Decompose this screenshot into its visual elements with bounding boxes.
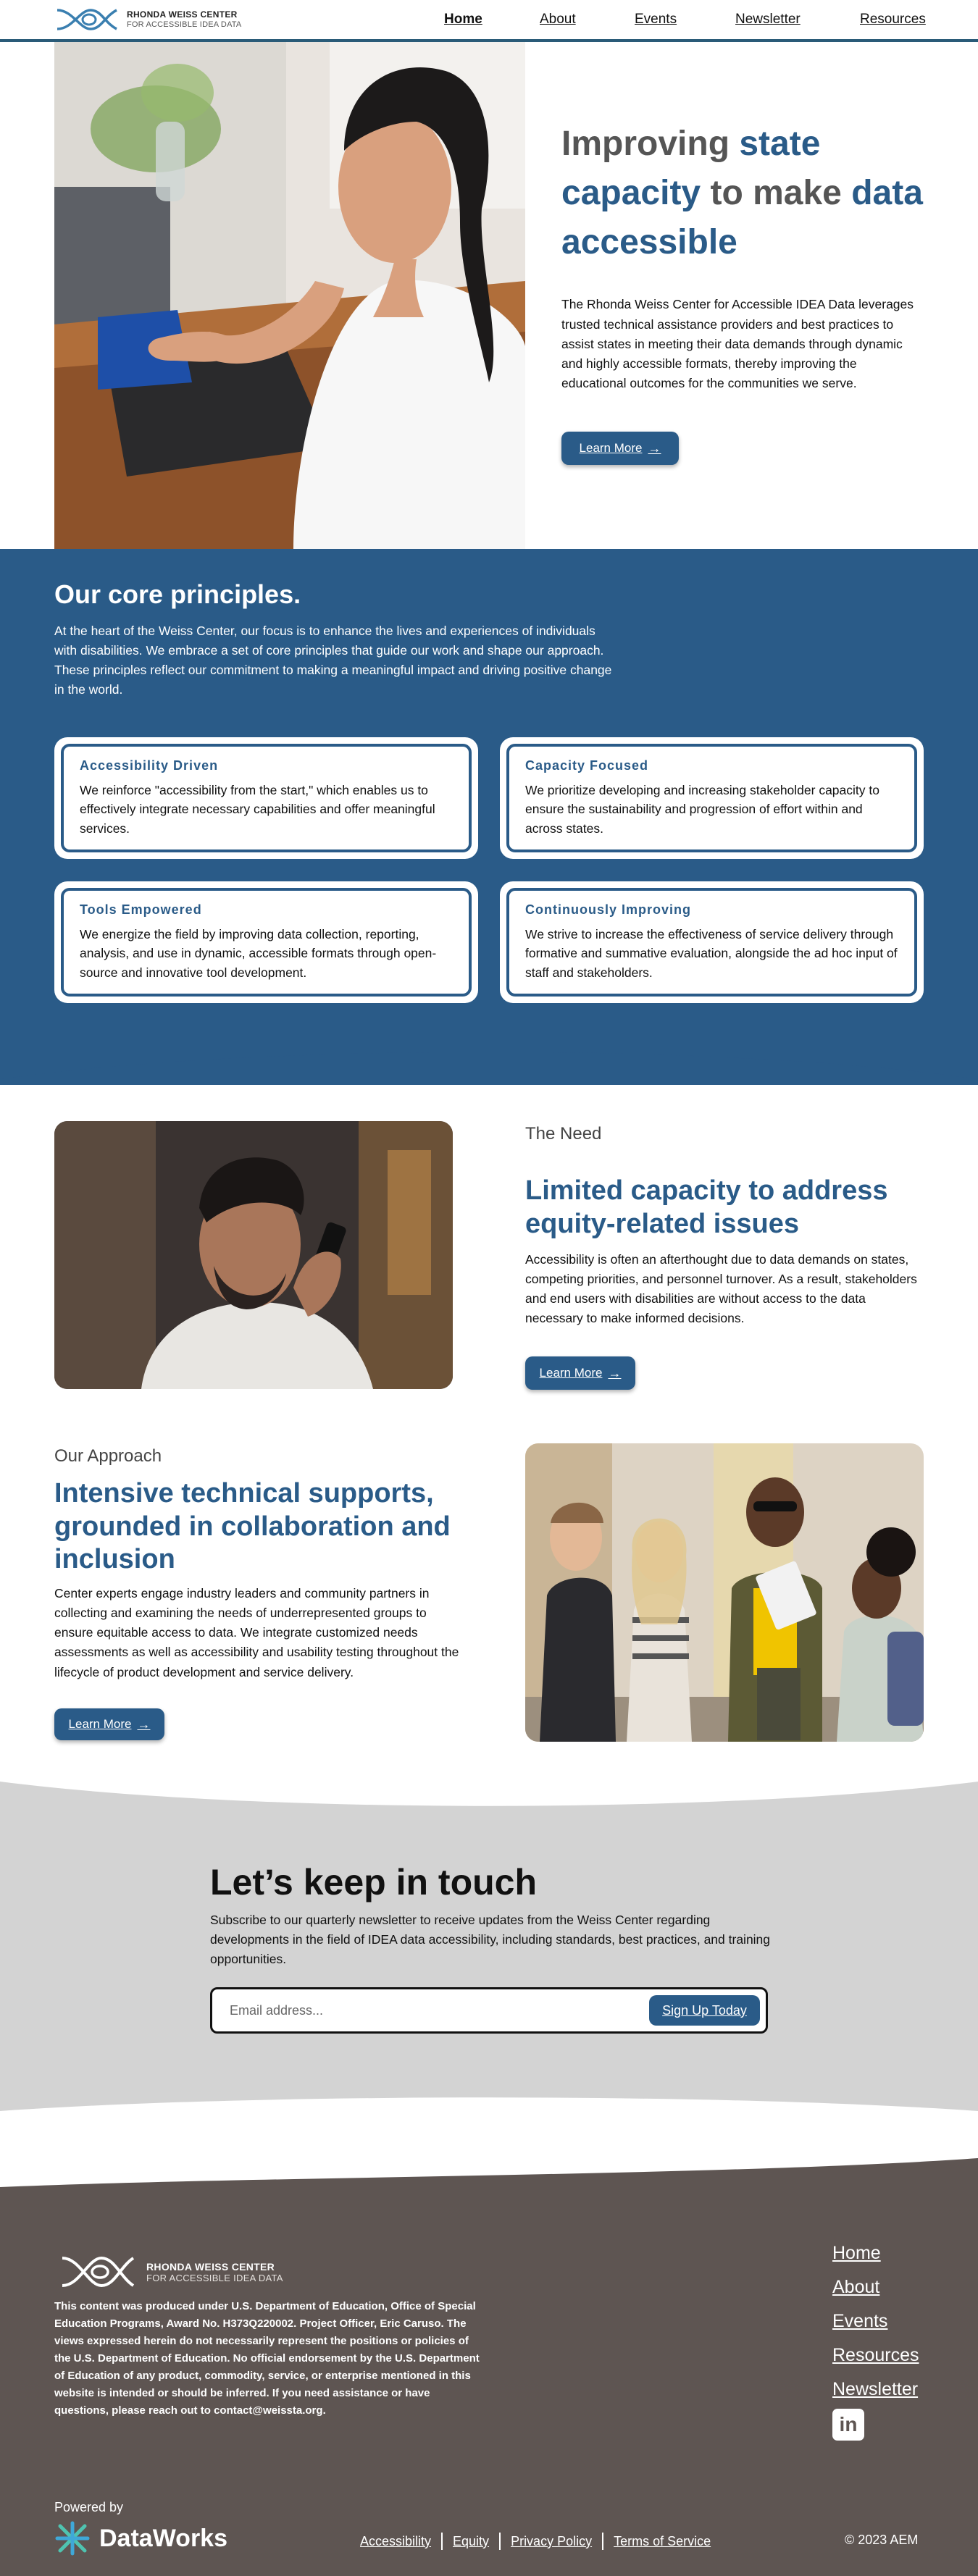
principle-card-title: Accessibility Driven bbox=[80, 758, 219, 773]
newsletter-section bbox=[0, 1782, 978, 2111]
footer-nav: Home About Events Resources Newsletter bbox=[832, 2243, 919, 2413]
need-title: Limited capacity to address equity-relat… bbox=[525, 1175, 888, 1239]
footer-link-terms-of-service[interactable]: Terms of Service bbox=[614, 2534, 711, 2549]
approach-description: Center experts engage industry leaders a… bbox=[54, 1586, 459, 1679]
principle-card-title: Capacity Focused bbox=[525, 758, 649, 773]
copyright: © 2023 AEM bbox=[845, 2533, 919, 2547]
linkedin-icon[interactable]: in bbox=[832, 2409, 864, 2441]
need-learn-more-label: Learn More bbox=[539, 1366, 603, 1380]
principle-card-text: We prioritize developing and increasing … bbox=[525, 783, 879, 836]
hero-learn-more-button[interactable]: Learn More → bbox=[561, 432, 679, 465]
footer-nav-newsletter[interactable]: Newsletter bbox=[832, 2379, 919, 2400]
hero-learn-more-label: Learn More bbox=[579, 441, 643, 455]
footer-logo-title: RHONDA WEISS CENTER bbox=[146, 2260, 275, 2273]
footer-nav-resources[interactable]: Resources bbox=[832, 2345, 919, 2366]
nav-resources[interactable]: Resources bbox=[860, 12, 926, 28]
footer-nav-events[interactable]: Events bbox=[832, 2311, 919, 2332]
need-eyebrow: The Need bbox=[525, 1124, 602, 1144]
approach-eyebrow: Our Approach bbox=[54, 1446, 162, 1466]
footer-disclaimer: This content was produced under U.S. Dep… bbox=[54, 2300, 480, 2417]
dataworks-logo[interactable]: DataWorks bbox=[54, 2520, 227, 2556]
principle-card: Accessibility Driven We reinforce "acces… bbox=[54, 737, 478, 859]
footer-logo-mark-icon bbox=[62, 2256, 135, 2288]
hero-title: Improving state capacity to make data ac… bbox=[561, 125, 923, 262]
link-separator bbox=[499, 2533, 501, 2550]
section-wave-divider bbox=[0, 1043, 978, 1079]
nav-about[interactable]: About bbox=[540, 12, 576, 28]
nav-home[interactable]: Home bbox=[444, 12, 482, 28]
dataworks-wordmark: DataWorks bbox=[99, 2524, 227, 2552]
sign-up-button[interactable]: Sign Up Today bbox=[649, 1995, 760, 2026]
arrow-right-icon: → bbox=[137, 1716, 151, 1732]
link-separator bbox=[602, 2533, 604, 2550]
need-learn-more-button[interactable]: Learn More → bbox=[525, 1356, 635, 1390]
footer-logo-subtitle: FOR ACCESSIBLE IDEA DATA bbox=[146, 2272, 283, 2283]
arrow-right-icon: → bbox=[608, 1365, 622, 1380]
principle-card: Continuously Improving We strive to incr… bbox=[500, 881, 924, 1003]
newsletter-title: Let’s keep in touch bbox=[210, 1862, 538, 1902]
footer-nav-home[interactable]: Home bbox=[832, 2243, 919, 2264]
nav-events[interactable]: Events bbox=[635, 12, 677, 28]
footer-link-privacy-policy[interactable]: Privacy Policy bbox=[511, 2534, 592, 2549]
footer-logo[interactable]: RHONDA WEISS CENTER FOR ACCESSIBLE IDEA … bbox=[58, 2252, 283, 2291]
footer-link-accessibility[interactable]: Accessibility bbox=[360, 2534, 431, 2549]
approach-learn-more-button[interactable]: Learn More → bbox=[54, 1708, 164, 1740]
hero-description: The Rhonda Weiss Center for Accessible I… bbox=[561, 297, 914, 390]
principles-title: Our core principles. bbox=[54, 579, 301, 609]
main-nav: Home About Events Newsletter Resources bbox=[0, 12, 978, 29]
principle-card-title: Tools Empowered bbox=[80, 902, 202, 917]
nav-newsletter[interactable]: Newsletter bbox=[735, 12, 801, 28]
principle-card-text: We energize the field by improving data … bbox=[80, 927, 437, 980]
link-separator bbox=[441, 2533, 443, 2550]
footer-nav-about[interactable]: About bbox=[832, 2277, 919, 2298]
principles-intro: At the heart of the Weiss Center, our fo… bbox=[54, 624, 612, 697]
approach-learn-more-label: Learn More bbox=[68, 1717, 132, 1731]
contact-email-link[interactable]: contact@weissta.org bbox=[214, 2404, 323, 2417]
principle-card: Tools Empowered We energize the field by… bbox=[54, 881, 478, 1003]
footer-link-equity[interactable]: Equity bbox=[453, 2534, 489, 2549]
principle-card: Capacity Focused We prioritize developin… bbox=[500, 737, 924, 859]
footer-legal-links: Accessibility Equity Privacy Policy Term… bbox=[360, 2533, 711, 2550]
approach-title: Intensive technical supports, grounded i… bbox=[54, 1478, 451, 1575]
hero-image bbox=[54, 42, 525, 549]
arrow-right-icon: → bbox=[648, 440, 661, 456]
email-input[interactable] bbox=[230, 2000, 621, 2021]
newsletter-description: Subscribe to our quarterly newsletter to… bbox=[210, 1913, 771, 1967]
principle-card-text: We strive to increase the effectiveness … bbox=[525, 927, 898, 980]
site-header: RHONDA WEISS CENTER FOR ACCESSIBLE IDEA … bbox=[0, 0, 978, 42]
need-image bbox=[54, 1121, 453, 1389]
approach-image bbox=[525, 1443, 924, 1742]
principle-card-text: We reinforce "accessibility from the sta… bbox=[80, 783, 435, 836]
hero-text: Improving state capacity to make data ac… bbox=[561, 119, 924, 393]
need-description: Accessibility is often an afterthought d… bbox=[525, 1252, 917, 1326]
principle-card-title: Continuously Improving bbox=[525, 902, 691, 917]
dataworks-logo-icon bbox=[55, 2521, 90, 2556]
powered-by-label: Powered by bbox=[54, 2500, 124, 2514]
newsletter-form: Sign Up Today bbox=[210, 1987, 768, 2034]
